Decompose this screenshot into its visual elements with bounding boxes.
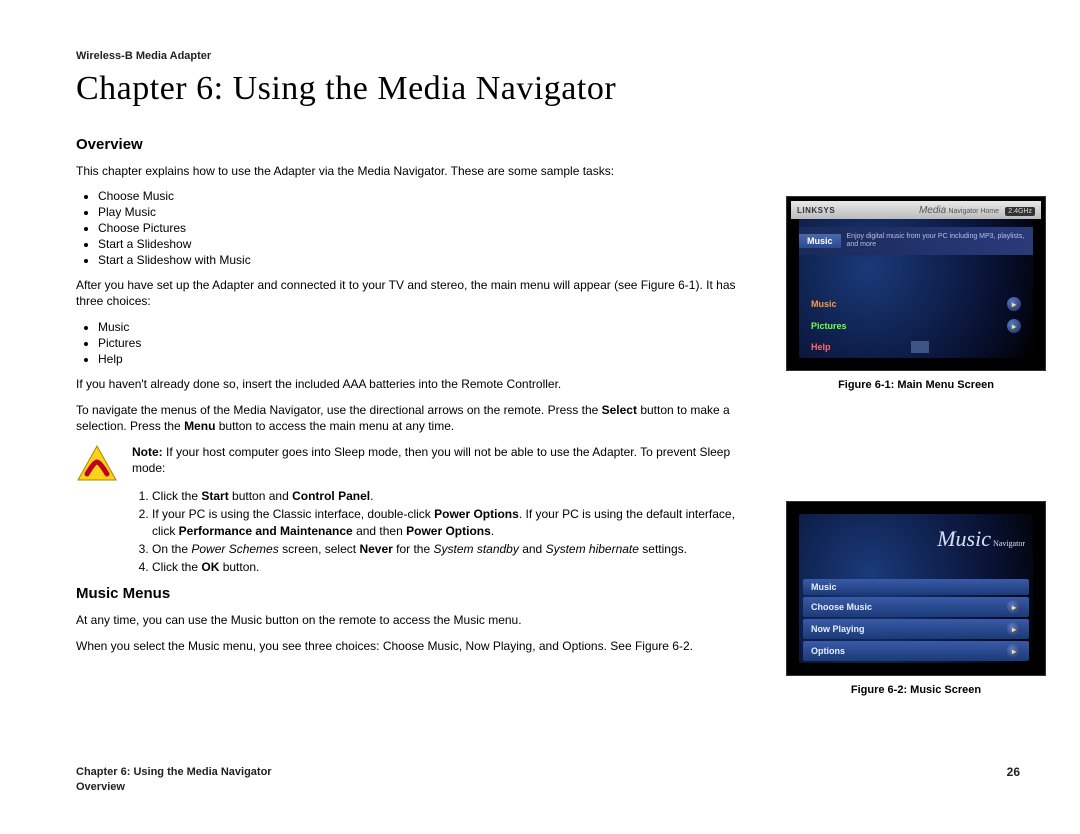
footer-section: Overview [76,780,272,794]
menu-row-music: Music ▸ [803,294,1029,314]
list-item: Music [98,320,756,334]
step-item: Click the Start button and Control Panel… [152,488,756,504]
navigate-text: To navigate the menus of the Media Navig… [76,402,756,434]
music-heading: Music Menus [76,585,756,602]
step-item: On the Power Schemes screen, select Neve… [152,541,756,557]
menu-row: Choose Music ▸ [803,597,1029,617]
menu-row: Music [803,579,1029,595]
list-item: Pictures [98,336,756,350]
main-content: Overview This chapter explains how to us… [76,136,756,726]
note-steps: Click the Start button and Control Panel… [132,488,756,575]
arrow-icon: ▸ [1007,297,1021,311]
list-item: Start a Slideshow with Music [98,253,756,267]
music-screen-title: MusicNavigator [937,526,1025,552]
list-item: Help [98,352,756,366]
note-icon [76,444,118,482]
music-p2: When you select the Music menu, you see … [76,638,756,654]
list-item: Play Music [98,205,756,219]
menu-row-help: Help [803,338,1029,356]
arrow-icon: ▸ [1007,622,1021,636]
figure-caption: Figure 6-2: Music Screen [786,684,1046,696]
after-setup-text: After you have set up the Adapter and co… [76,277,756,309]
step-item: If your PC is using the Classic interfac… [152,506,756,538]
task-list: Choose Music Play Music Choose Pictures … [98,189,756,267]
arrow-icon: ▸ [1007,319,1021,333]
list-item: Choose Music [98,189,756,203]
banner-tag: Music [799,234,841,248]
batteries-text: If you haven't already done so, insert t… [76,376,756,392]
choices-list: Music Pictures Help [98,320,756,366]
list-item: Start a Slideshow [98,237,756,251]
chapter-title: Chapter 6: Using the Media Navigator [76,70,1020,108]
page-number: 26 [1007,765,1020,794]
banner-desc: Enjoy digital music from your PC includi… [847,233,1033,248]
figure-caption: Figure 6-1: Main Menu Screen [786,379,1046,391]
menu-row: Options ▸ [803,641,1029,661]
brand-label: LINKSYS [797,206,835,215]
figure-6-2: MusicNavigator Music Choose Music ▸ Now … [786,501,1046,696]
overview-intro: This chapter explains how to use the Ada… [76,163,756,179]
menu-row: Now Playing ▸ [803,619,1029,639]
product-header: Wireless-B Media Adapter [76,50,1020,62]
logo-icon [911,341,929,353]
menu-row-pictures: Pictures ▸ [803,316,1029,336]
figure-6-1: LINKSYS Media Navigator Home 2.4GHz Musi… [786,196,1046,391]
list-item: Choose Pictures [98,221,756,235]
figures-column: LINKSYS Media Navigator Home 2.4GHz Musi… [786,136,1046,726]
page-footer: Chapter 6: Using the Media Navigator Ove… [76,765,1020,794]
step-item: Click the OK button. [152,559,756,575]
arrow-icon: ▸ [1007,600,1021,614]
note-body: Note: If your host computer goes into Sl… [132,444,756,476]
arrow-icon: ▸ [1007,644,1021,658]
overview-heading: Overview [76,136,756,153]
footer-chapter: Chapter 6: Using the Media Navigator [76,765,272,779]
music-p1: At any time, you can use the Music butto… [76,612,756,628]
